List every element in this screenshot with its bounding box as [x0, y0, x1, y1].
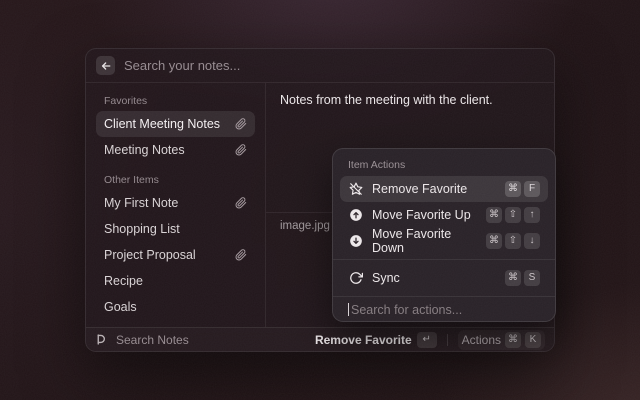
- note-title: Meeting Notes: [104, 143, 185, 157]
- actions-search-input[interactable]: Search for actions...: [340, 302, 548, 321]
- note-title: Client Meeting Notes: [104, 117, 220, 131]
- search-input[interactable]: [124, 58, 544, 73]
- sidebar-item-project-proposal[interactable]: Project Proposal: [96, 242, 255, 268]
- actions-menu-button[interactable]: Actions ⌘ K: [458, 330, 545, 350]
- action-sync[interactable]: Sync ⌘ S: [340, 265, 548, 291]
- notes-sidebar: Favorites Client Meeting Notes Meeting N…: [86, 83, 266, 327]
- sidebar-item-meeting-agenda[interactable]: Meeting Agenda: [96, 320, 255, 327]
- shift-key-badge: ⇧: [505, 233, 521, 249]
- status-bar: Search Notes Remove Favorite ↵ Actions ⌘…: [86, 327, 554, 351]
- note-title: My First Note: [104, 196, 178, 210]
- sidebar-item-recipe[interactable]: Recipe: [96, 268, 255, 294]
- action-remove-favorite[interactable]: Remove Favorite ⌘ F: [340, 176, 548, 202]
- popup-divider: [333, 259, 555, 260]
- extension-logo-icon: [95, 333, 108, 346]
- popup-title: Item Actions: [340, 155, 548, 176]
- sidebar-item-my-first-note[interactable]: My First Note: [96, 190, 255, 216]
- action-label: Remove Favorite: [372, 182, 496, 196]
- actions-search-placeholder: Search for actions...: [350, 303, 462, 317]
- arrow-up-circle-icon: [348, 208, 363, 222]
- arrow-up-key-badge: ↑: [524, 207, 540, 223]
- search-bar: [86, 49, 554, 83]
- footer-divider: [447, 334, 448, 346]
- action-label: Sync: [372, 271, 496, 285]
- arrow-down-circle-icon: [348, 234, 363, 248]
- note-title: Project Proposal: [104, 248, 196, 262]
- cmd-key-badge: ⌘: [505, 181, 521, 197]
- sidebar-item-meeting-notes[interactable]: Meeting Notes: [96, 137, 255, 163]
- sync-icon: [348, 271, 363, 285]
- action-move-favorite-up[interactable]: Move Favorite Up ⌘ ⇧ ↑: [340, 202, 548, 228]
- action-label: Move Favorite Up: [372, 208, 477, 222]
- paperclip-icon: [235, 144, 247, 156]
- primary-action-label[interactable]: Remove Favorite: [315, 333, 412, 347]
- cmd-key-badge: ⌘: [505, 270, 521, 286]
- action-move-favorite-down[interactable]: Move Favorite Down ⌘ ⇧ ↓: [340, 228, 548, 254]
- item-actions-popup: Item Actions Remove Favorite ⌘ F Move Fa…: [332, 148, 556, 322]
- sidebar-item-shopping-list[interactable]: Shopping List: [96, 216, 255, 242]
- cmd-key-badge: ⌘: [486, 207, 502, 223]
- cmd-key-badge: ⌘: [486, 233, 502, 249]
- sidebar-section-favorites: Favorites: [104, 93, 247, 109]
- star-off-icon: [348, 182, 363, 196]
- sidebar-section-other-items: Other Items: [104, 172, 247, 188]
- paperclip-icon: [235, 249, 247, 261]
- s-key-badge: S: [524, 270, 540, 286]
- note-title: Shopping List: [104, 222, 180, 236]
- actions-label: Actions: [462, 333, 501, 347]
- note-content: Notes from the meeting with the client.: [280, 93, 540, 107]
- arrow-down-key-badge: ↓: [524, 233, 540, 249]
- popup-divider: [333, 296, 555, 297]
- f-key-badge: F: [524, 181, 540, 197]
- action-label: Move Favorite Down: [372, 227, 477, 255]
- back-arrow-icon: [100, 60, 112, 72]
- note-title: Recipe: [104, 274, 143, 288]
- paperclip-icon: [235, 118, 247, 130]
- attachment-filename: image.jpg: [280, 220, 330, 232]
- cmd-key-badge: ⌘: [505, 332, 521, 348]
- return-key-badge: ↵: [417, 332, 437, 348]
- k-key-badge: K: [525, 332, 541, 348]
- note-title: Goals: [104, 300, 137, 314]
- sidebar-item-goals[interactable]: Goals: [96, 294, 255, 320]
- paperclip-icon: [235, 197, 247, 209]
- text-cursor: [348, 303, 349, 316]
- back-button[interactable]: [96, 56, 115, 75]
- sidebar-item-client-meeting-notes[interactable]: Client Meeting Notes: [96, 111, 255, 137]
- extension-name: Search Notes: [116, 333, 189, 347]
- shift-key-badge: ⇧: [505, 207, 521, 223]
